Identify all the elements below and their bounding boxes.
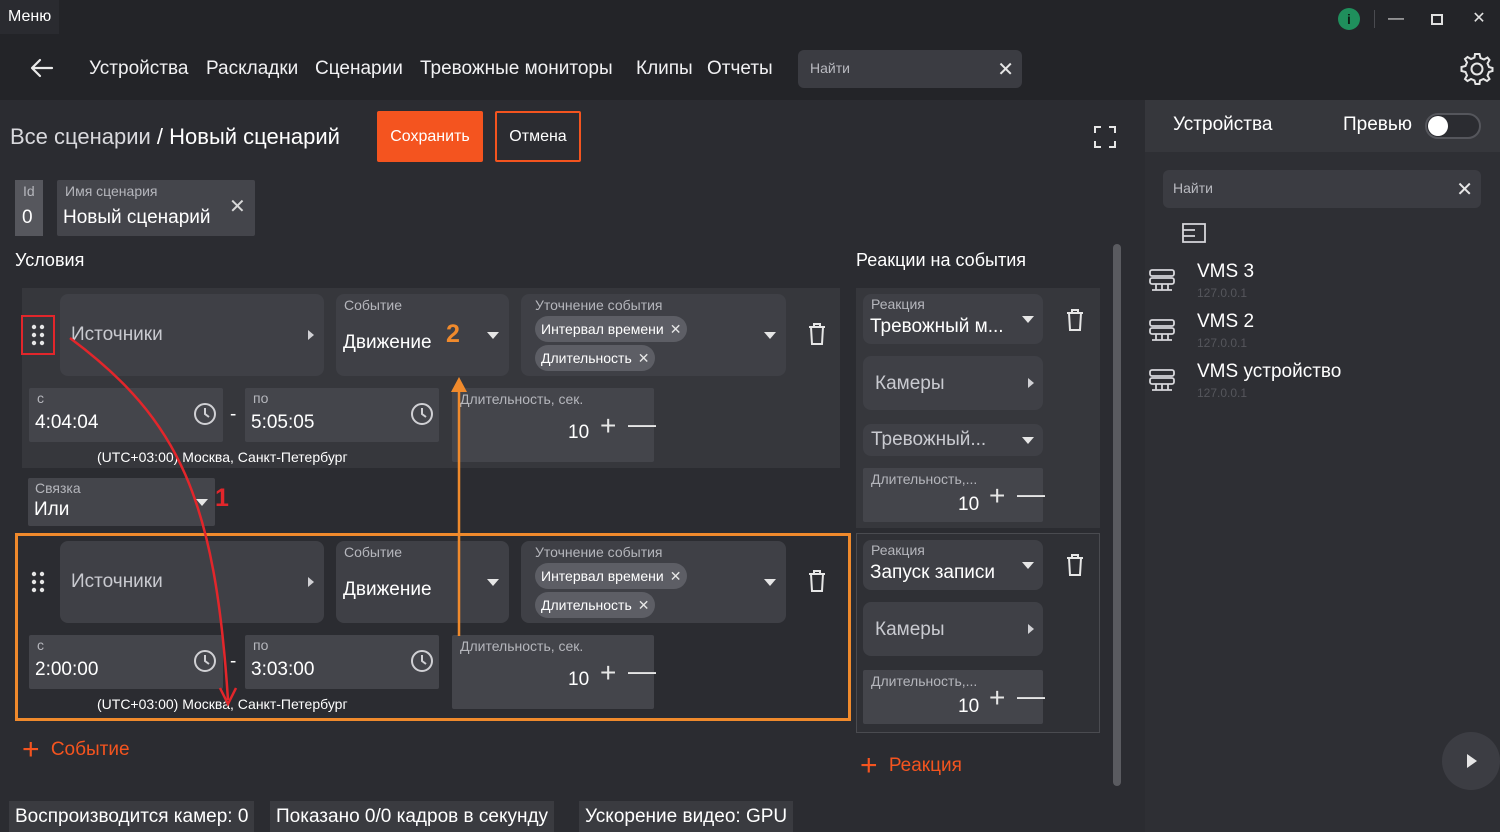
devices-panel bbox=[1145, 100, 1500, 832]
duration-label: Длительность,... bbox=[871, 471, 978, 487]
server-folder-icon[interactable] bbox=[1181, 220, 1209, 246]
server-icon bbox=[1149, 369, 1175, 391]
reaction-label: Реакция bbox=[871, 296, 925, 312]
device-name[interactable]: VMS устройство bbox=[1197, 361, 1341, 383]
status-acceleration: Ускорение видео: GPU bbox=[579, 801, 794, 832]
info-icon[interactable]: i bbox=[1338, 8, 1360, 30]
preview-toggle[interactable] bbox=[1425, 113, 1481, 139]
plus-icon[interactable]: + bbox=[989, 482, 1005, 510]
cameras-label: Камеры bbox=[875, 619, 945, 640]
annotation-arrowhead-orange bbox=[451, 377, 467, 392]
cameras-selector[interactable]: Камеры bbox=[863, 602, 1043, 656]
device-name[interactable]: VMS 2 bbox=[1197, 311, 1254, 333]
device-ip: 127.0.0.1 bbox=[1197, 336, 1248, 350]
duration-value[interactable]: 10 bbox=[958, 494, 979, 516]
gear-icon[interactable] bbox=[1460, 52, 1494, 86]
reaction-duration-stepper[interactable]: Длительность,... 10 + — bbox=[863, 468, 1045, 522]
clear-search-icon[interactable]: ✕ bbox=[1456, 177, 1473, 202]
server-icon bbox=[1149, 269, 1175, 291]
device-ip: 127.0.0.1 bbox=[1197, 286, 1248, 300]
search-placeholder: Найти bbox=[1173, 180, 1213, 196]
cameras-selector[interactable]: Камеры bbox=[863, 356, 1043, 410]
reaction-duration-stepper[interactable]: Длительность,... 10 + — bbox=[863, 670, 1045, 724]
status-cameras: Воспроизводится камер: 0 bbox=[9, 801, 255, 832]
trash-icon[interactable] bbox=[1065, 553, 1085, 577]
server-icon bbox=[1149, 319, 1175, 341]
annotation-arrow-red bbox=[69, 336, 230, 701]
duration-value[interactable]: 10 bbox=[958, 696, 979, 718]
device-ip: 127.0.0.1 bbox=[1197, 386, 1248, 400]
reaction-label: Реакция bbox=[871, 542, 925, 558]
reaction-value: Тревожный м... bbox=[870, 316, 1004, 337]
scrollbar[interactable] bbox=[1113, 244, 1121, 786]
status-fps: Показано 0/0 кадров в секунду bbox=[270, 801, 555, 832]
add-reaction-button[interactable]: + Реакция bbox=[860, 751, 962, 781]
plus-icon[interactable]: + bbox=[989, 684, 1005, 712]
close-window-icon[interactable]: ✕ bbox=[1466, 6, 1492, 32]
trash-icon[interactable] bbox=[1065, 308, 1085, 332]
reaction-type-select[interactable]: Реакция Тревожный м... bbox=[863, 294, 1043, 344]
plus-icon: + bbox=[860, 749, 878, 782]
minus-icon[interactable]: — bbox=[1017, 480, 1045, 508]
device-name[interactable]: VMS 3 bbox=[1197, 261, 1254, 283]
window-separator bbox=[1374, 10, 1375, 28]
chevron-down-icon bbox=[1022, 437, 1034, 444]
devices-search-input[interactable]: Найти ✕ bbox=[1163, 170, 1481, 208]
preview-label: Превью bbox=[1343, 114, 1413, 135]
maximize-icon[interactable] bbox=[1424, 6, 1450, 32]
devices-panel-title: Устройства bbox=[1173, 114, 1273, 135]
play-button[interactable] bbox=[1442, 732, 1500, 790]
alarm-monitor-select[interactable]: Тревожный... bbox=[863, 424, 1043, 456]
duration-label: Длительность,... bbox=[871, 673, 978, 689]
add-reaction-label: Реакция bbox=[888, 755, 962, 776]
alarm-value: Тревожный... bbox=[871, 429, 987, 450]
minimize-icon[interactable]: — bbox=[1383, 6, 1409, 32]
chevron-down-icon bbox=[1022, 562, 1034, 569]
chevron-down-icon bbox=[1022, 316, 1034, 323]
reaction-value: Запуск записи bbox=[870, 562, 996, 583]
chevron-right-icon bbox=[1028, 624, 1034, 634]
play-icon bbox=[1467, 754, 1477, 768]
cameras-label: Камеры bbox=[875, 373, 945, 394]
minus-icon[interactable]: — bbox=[1017, 682, 1045, 710]
toggle-knob bbox=[1428, 116, 1448, 136]
chevron-right-icon bbox=[1028, 378, 1034, 388]
reaction-type-select[interactable]: Реакция Запуск записи bbox=[863, 540, 1043, 590]
